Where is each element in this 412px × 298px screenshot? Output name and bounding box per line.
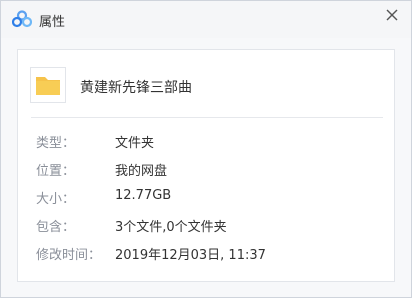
- property-row-type: 类型： 文件夹: [36, 132, 386, 151]
- property-label: 修改时间：: [36, 248, 102, 263]
- file-name: 黄建新先锋三部曲: [80, 80, 192, 96]
- close-icon[interactable]: [383, 6, 401, 24]
- property-value: 我的网盘: [115, 164, 168, 179]
- cloud-logo-icon: [12, 10, 32, 28]
- property-row-modified: 修改时间： 2019年12月03日, 11:37: [36, 244, 386, 263]
- folder-icon: [30, 67, 66, 103]
- title-bar: 属性: [1, 1, 411, 38]
- property-value: 12.77GB: [115, 188, 172, 203]
- property-label: 大小：: [36, 192, 76, 207]
- properties-panel: 黄建新先锋三部曲 类型： 文件夹 位置： 我的网盘 大小： 12.77GB 包含…: [17, 49, 395, 282]
- property-row-size: 大小： 12.77GB: [36, 188, 386, 207]
- property-value: 2019年12月03日, 11:37: [115, 248, 266, 263]
- window-title: 属性: [39, 15, 66, 30]
- property-label: 类型：: [36, 136, 76, 151]
- property-value: 3个文件,0个文件夹: [115, 220, 227, 235]
- property-row-contains: 包含： 3个文件,0个文件夹: [36, 216, 386, 235]
- property-value: 文件夹: [115, 136, 155, 151]
- property-row-location: 位置： 我的网盘: [36, 160, 386, 179]
- properties-dialog: 属性 黄建新先锋三部曲 类型： 文件夹 位置： 我的网盘 大小： 12.77GB…: [0, 0, 412, 298]
- property-label: 包含：: [36, 220, 76, 235]
- divider: [31, 117, 383, 118]
- property-label: 位置：: [36, 164, 76, 179]
